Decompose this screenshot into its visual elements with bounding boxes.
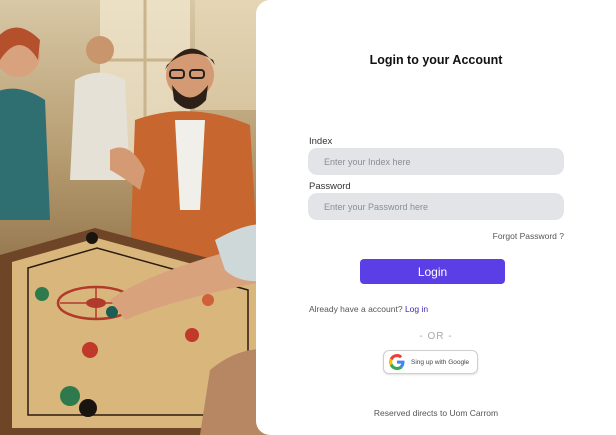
index-label: Index [309,136,333,147]
index-input[interactable] [308,148,564,175]
google-signup-label: Sing up with Google [411,358,470,366]
password-input[interactable] [308,193,564,220]
log-in-link[interactable]: Log in [405,304,428,314]
already-account-label: Already have a account? [309,304,403,314]
forgot-password-link[interactable]: Forgot Password ? [493,231,564,241]
google-icon [389,354,405,370]
login-panel: Login to your Account Index Password For… [256,0,616,435]
already-account-text: Already have a account? Log in [309,304,428,314]
hero-illustration [0,0,272,435]
page-title: Login to your Account [369,53,503,67]
carrom-players-illustration [0,0,272,435]
login-button[interactable]: Login [360,259,505,284]
google-signup-button[interactable]: Sing up with Google [383,350,478,374]
footer-text: Reserved directs to Uom Carrom [373,408,499,418]
or-divider: - OR - [419,331,453,342]
password-label: Password [309,181,351,192]
